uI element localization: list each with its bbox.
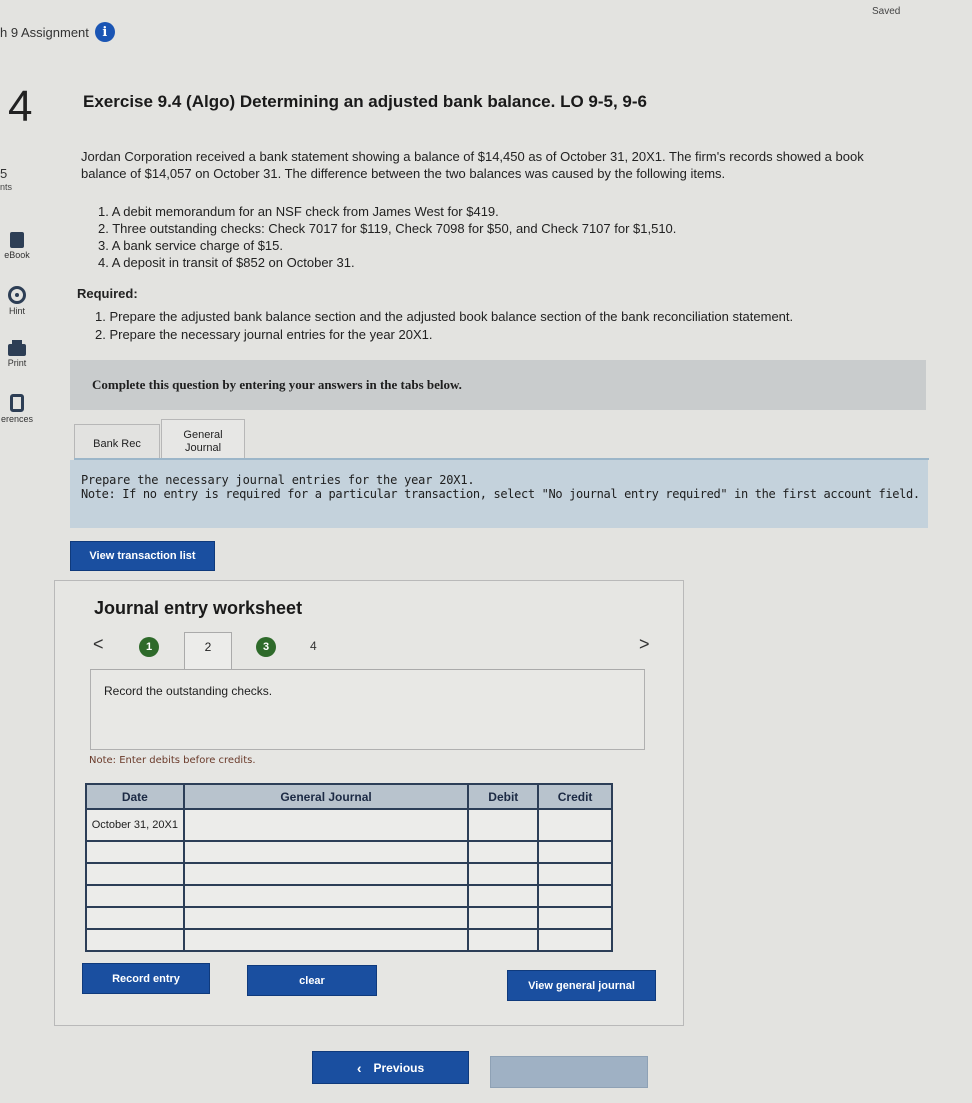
- col-credit: Credit: [537, 783, 613, 810]
- tab-general-journal-label-2: Journal: [184, 441, 222, 454]
- record-instruction: Record the outstanding checks.: [104, 684, 273, 698]
- debit-cell[interactable]: [467, 808, 540, 842]
- table-row: [85, 862, 613, 886]
- account-cell[interactable]: [182, 862, 470, 886]
- question-intro: Jordan Corporation received a bank state…: [81, 149, 864, 181]
- col-debit: Debit: [467, 783, 540, 810]
- table-row: [85, 840, 613, 864]
- debit-cell[interactable]: [467, 862, 540, 886]
- instructions-text: Complete this question by entering your …: [92, 377, 462, 392]
- rail-references[interactable]: erences: [0, 394, 34, 424]
- previous-button[interactable]: ‹ Previous: [312, 1051, 469, 1084]
- tab-bank-rec-label: Bank Rec: [93, 437, 141, 450]
- credit-cell[interactable]: [537, 928, 613, 952]
- col-date: Date: [85, 783, 185, 810]
- debit-cell[interactable]: [467, 906, 540, 930]
- required-list: 1. Prepare the adjusted bank balance sec…: [95, 308, 793, 344]
- date-cell[interactable]: [85, 862, 185, 886]
- account-cell[interactable]: [182, 840, 470, 864]
- previous-label: Previous: [373, 1060, 425, 1075]
- record-entry-button[interactable]: Record entry: [82, 963, 210, 994]
- rail-print[interactable]: Print: [0, 340, 34, 368]
- references-icon: [10, 394, 24, 412]
- rail-references-label: erences: [0, 414, 34, 424]
- debits-note: Note: Enter debits before credits.: [89, 755, 256, 766]
- clear-button[interactable]: clear: [247, 965, 377, 996]
- ebook-icon: [10, 232, 24, 248]
- table-row: [85, 928, 613, 952]
- date-cell[interactable]: [85, 928, 185, 952]
- tab-general-journal[interactable]: General Journal: [161, 419, 245, 463]
- debit-cell[interactable]: [467, 884, 540, 908]
- step-4[interactable]: 4: [310, 639, 317, 653]
- saved-status: Saved: [872, 6, 901, 17]
- rail-ebook[interactable]: eBook: [0, 232, 34, 260]
- hint-icon: [8, 286, 26, 304]
- step-1-complete[interactable]: 1: [139, 637, 159, 657]
- list-item: 3. A bank service charge of $15.: [98, 238, 284, 253]
- assignment-title-text: h 9 Assignment: [0, 24, 89, 40]
- date-cell[interactable]: [85, 840, 185, 864]
- journal-header-row: Date General Journal Debit Credit: [85, 783, 613, 810]
- date-cell[interactable]: [85, 884, 185, 908]
- table-row: [85, 906, 613, 930]
- chevron-right-icon[interactable]: >: [639, 634, 650, 655]
- table-row: [85, 884, 613, 908]
- record-instruction-box: [90, 670, 645, 750]
- view-transaction-list-button[interactable]: View transaction list: [70, 541, 215, 571]
- view-general-journal-button[interactable]: View general journal: [507, 970, 656, 1001]
- list-item: 1. Prepare the adjusted bank balance sec…: [95, 309, 794, 324]
- prepare-instruction: Prepare the necessary journal entries fo…: [81, 473, 475, 487]
- assignment-title: h 9 Assignment i: [0, 22, 115, 42]
- rail-hint-label: Hint: [8, 306, 25, 316]
- col-general-journal: General Journal: [182, 783, 470, 810]
- required-label: Required:: [77, 286, 138, 301]
- print-icon: [8, 340, 26, 356]
- reconciling-items-list: 1. A debit memorandum for an NSF check f…: [98, 203, 676, 271]
- credit-cell[interactable]: [537, 906, 613, 930]
- list-item: 2. Three outstanding checks: Check 7017 …: [98, 221, 677, 236]
- account-cell[interactable]: [182, 906, 470, 930]
- rail-hint[interactable]: Hint: [0, 286, 34, 316]
- credit-cell[interactable]: [537, 840, 613, 864]
- rail-ebook-label: eBook: [4, 250, 30, 260]
- credit-cell[interactable]: [537, 808, 613, 842]
- date-cell[interactable]: October 31, 20X1: [85, 808, 185, 842]
- list-item: 4. A deposit in transit of $852 on Octob…: [98, 255, 355, 270]
- step-3-complete[interactable]: 3: [256, 637, 276, 657]
- list-item: 1. A debit memorandum for an NSF check f…: [98, 204, 499, 219]
- account-cell[interactable]: [182, 884, 470, 908]
- journal-table: Date General Journal Debit Credit Octobe…: [85, 783, 613, 952]
- date-cell[interactable]: [85, 906, 185, 930]
- chevron-left-icon: ‹: [356, 1059, 362, 1076]
- chevron-left-icon[interactable]: <: [93, 634, 104, 655]
- worksheet-title: Journal entry worksheet: [94, 598, 303, 618]
- list-item: 2. Prepare the necessary journal entries…: [95, 327, 433, 342]
- credit-cell[interactable]: [537, 884, 613, 908]
- tab-general-journal-label-1: General: [183, 428, 223, 441]
- info-icon[interactable]: i: [94, 22, 115, 42]
- debit-cell[interactable]: [467, 840, 540, 864]
- rail-print-label: Print: [7, 358, 27, 368]
- account-cell[interactable]: [182, 928, 470, 952]
- points-value: 5: [0, 166, 8, 181]
- debit-cell[interactable]: [467, 928, 540, 952]
- table-row: October 31, 20X1: [85, 808, 613, 842]
- step-2-current[interactable]: 2: [184, 632, 232, 669]
- account-cell[interactable]: [182, 808, 470, 842]
- points-label: nts: [0, 182, 13, 192]
- question-number: 4: [8, 82, 33, 131]
- exercise-title: Exercise 9.4 (Algo) Determining an adjus…: [83, 92, 648, 111]
- tab-bank-rec[interactable]: Bank Rec: [74, 424, 160, 462]
- no-entry-note: Note: If no entry is required for a part…: [81, 487, 920, 501]
- next-button[interactable]: [490, 1056, 648, 1088]
- credit-cell[interactable]: [537, 862, 613, 886]
